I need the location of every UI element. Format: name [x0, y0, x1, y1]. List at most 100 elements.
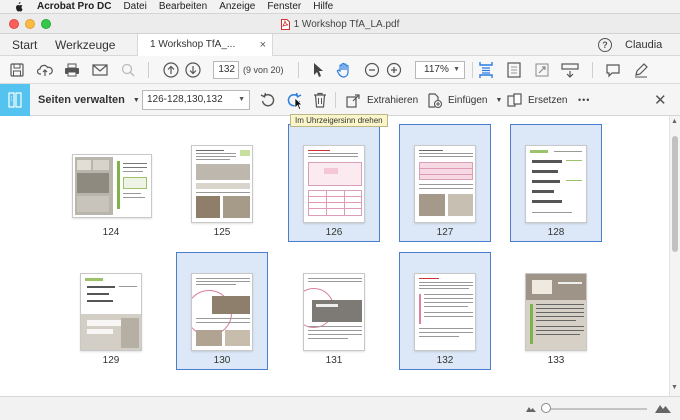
cloud-upload-icon[interactable] [36, 61, 54, 79]
menu-app-name[interactable]: Acrobat Pro DC [37, 1, 111, 12]
page-range-value: 126-128,130,132 [147, 94, 223, 105]
page-thumbnail-133[interactable]: 133 [510, 252, 602, 370]
menu-help[interactable]: Hilfe [313, 1, 333, 12]
page-thumbnail-127[interactable]: 127 [399, 124, 491, 242]
menu-window[interactable]: Fenster [267, 1, 301, 12]
pdf-file-icon [280, 18, 290, 30]
insert-label: Einfügen [448, 94, 488, 106]
tab-close-icon[interactable]: × [260, 34, 266, 56]
page-thumbnail-grid: 124 125 126 127 128 129 130 131 132 133 [0, 116, 669, 396]
toolbar-divider [148, 62, 149, 78]
zoom-out-icon[interactable] [363, 61, 381, 79]
extract-label: Extrahieren [367, 94, 419, 106]
page-thumbnail-128[interactable]: 128 [510, 124, 602, 242]
thumbnail-size-slider-track[interactable] [541, 408, 647, 410]
search-icon[interactable] [119, 61, 137, 79]
email-icon[interactable] [91, 61, 109, 79]
page-thumbnail-132[interactable]: 132 [399, 252, 491, 370]
thumbnail-size-slider-handle[interactable] [541, 403, 551, 413]
window-titlebar: 1 Workshop TfA_LA.pdf [0, 14, 680, 34]
page-number-label: 133 [547, 355, 565, 366]
page-thumbnail-126[interactable]: 126 [288, 124, 380, 242]
main-toolbar: 132 (9 von 20) 117% ▼ [0, 56, 680, 84]
menu-view[interactable]: Anzeige [219, 1, 255, 12]
tab-start[interactable]: Start [12, 34, 37, 56]
zoom-select[interactable]: 117% ▼ [415, 61, 465, 79]
page-number-label: 132 [436, 355, 454, 366]
tab-document[interactable]: 1 Workshop TfA_... × [137, 34, 273, 56]
page-count: (9 von 20) [243, 65, 284, 75]
replace-button[interactable]: Ersetzen [507, 84, 567, 116]
large-thumbnails-icon[interactable] [655, 401, 671, 413]
organize-pages-tool-icon[interactable] [0, 84, 30, 116]
close-organize-button[interactable]: ✕ [654, 84, 667, 116]
replace-label: Ersetzen [528, 94, 568, 106]
insert-page-icon [427, 92, 442, 108]
page-preview [191, 273, 253, 351]
pen-icon[interactable] [632, 61, 650, 79]
chevron-down-icon: ▼ [132, 96, 140, 104]
page-preview [414, 145, 476, 223]
insert-button[interactable]: Einfügen ▼ [427, 84, 502, 116]
tab-tools[interactable]: Werkzeuge [55, 34, 115, 56]
toolbar-divider [472, 62, 473, 78]
organize-pages-title[interactable]: Seiten verwalten ▼ [38, 84, 140, 116]
page-preview [72, 154, 152, 218]
page-thumbnail-124[interactable]: 124 [65, 124, 157, 242]
save-icon[interactable] [8, 61, 26, 79]
page-number-label: 129 [102, 355, 120, 366]
next-page-icon[interactable] [184, 61, 202, 79]
vertical-scrollbar[interactable]: ▲ ▼ [669, 116, 680, 396]
page-thumbnail-131[interactable]: 131 [288, 252, 380, 370]
window-title: 1 Workshop TfA_LA.pdf [0, 14, 680, 34]
help-button[interactable]: ? [598, 38, 612, 52]
page-number-label: 125 [213, 227, 231, 238]
small-thumbnails-icon[interactable] [526, 404, 536, 412]
comment-icon[interactable] [604, 61, 622, 79]
scrollbar-thumb[interactable] [672, 136, 678, 252]
menu-edit[interactable]: Bearbeiten [159, 1, 207, 12]
user-menu[interactable]: Claudia [625, 34, 662, 56]
rotate-counterclockwise-icon[interactable] [259, 91, 277, 109]
tab-bar: Start Werkzeuge 1 Workshop TfA_... × ? C… [0, 34, 680, 56]
page-number-label: 124 [102, 227, 120, 238]
page-thumbnail-130[interactable]: 130 [176, 252, 268, 370]
zoom-value: 117% [424, 64, 449, 75]
page-preview [191, 145, 253, 223]
page-thumbnail-129[interactable]: 129 [65, 252, 157, 370]
full-screen-icon[interactable] [533, 61, 551, 79]
mouse-cursor-icon [294, 97, 303, 110]
organize-pages-title-text: Seiten verwalten [38, 94, 125, 106]
page-range-input[interactable]: 126-128,130,132 ▼ [142, 90, 250, 110]
fit-width-icon[interactable] [477, 61, 495, 79]
page-preview [525, 145, 587, 223]
tab-document-label: 1 Workshop TfA_... [150, 39, 236, 50]
previous-page-icon[interactable] [162, 61, 180, 79]
page-number-input[interactable]: 132 [213, 61, 239, 79]
page-thumbnail-125[interactable]: 125 [176, 124, 268, 242]
window-title-text: 1 Workshop TfA_LA.pdf [293, 18, 400, 30]
hand-tool-icon[interactable] [335, 61, 353, 79]
page-number-label: 127 [436, 227, 454, 238]
more-options-button[interactable]: ••• [578, 84, 590, 116]
select-cursor-icon[interactable] [309, 61, 327, 79]
menu-file[interactable]: Datei [123, 1, 146, 12]
scroll-mode-icon[interactable] [561, 61, 579, 79]
replace-page-icon [507, 92, 522, 108]
chevron-down-icon: ▼ [453, 66, 460, 73]
page-preview [525, 273, 587, 351]
page-preview [303, 145, 365, 223]
help-icon: ? [602, 40, 608, 50]
scroll-up-arrow-icon[interactable]: ▲ [671, 118, 678, 125]
scroll-down-arrow-icon[interactable]: ▼ [671, 384, 678, 391]
extract-button[interactable]: Extrahieren [346, 84, 418, 116]
rotate-clockwise-tooltip: Im Uhrzeigersinn drehen [290, 114, 388, 127]
print-icon[interactable] [63, 61, 81, 79]
chevron-down-icon: ▼ [495, 96, 503, 104]
delete-icon[interactable] [311, 91, 329, 109]
apple-icon[interactable] [14, 1, 23, 12]
fit-page-icon[interactable] [505, 61, 523, 79]
page-number-label: 126 [325, 227, 343, 238]
page-number-label: 128 [547, 227, 565, 238]
zoom-in-icon[interactable] [385, 61, 403, 79]
